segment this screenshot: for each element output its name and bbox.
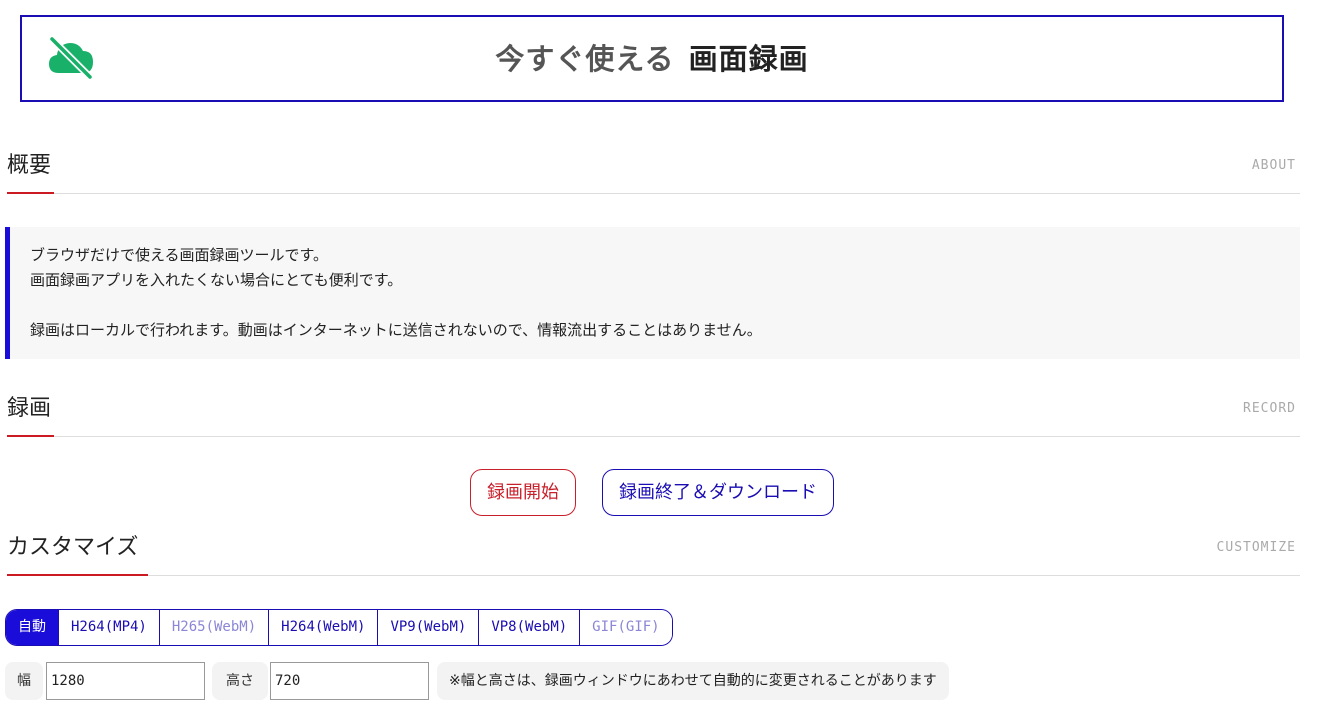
codec-option-auto[interactable]: 自動 [6,610,58,645]
section-accent-line [7,192,54,194]
codec-option-h264-mp4[interactable]: H264(MP4) [58,610,159,645]
section-heading: 概要 [7,153,52,178]
section-divider [7,575,1300,576]
codec-option-h264-webm[interactable]: H264(WebM) [268,610,378,645]
title-light: 今すぐ使える [495,42,675,76]
codec-option-gif[interactable]: GIF(GIF) [579,610,672,645]
section-customize-header: カスタマイズ CUSTOMIZE [7,533,1300,583]
section-heading-en: ABOUT [1251,158,1296,173]
section-heading-en: RECORD [1243,401,1296,416]
section-heading: 録画 [7,396,52,421]
title-strong: 画面録画 [688,42,809,76]
codec-selector: 自動 H264(MP4) H265(WebM) H264(WebM) VP9(W… [5,609,673,646]
height-label: 高さ [212,662,268,700]
codec-option-vp8-webm[interactable]: VP8(WebM) [478,610,580,645]
site-header: 今すぐ使える 画面録画 [20,15,1284,102]
width-input[interactable] [46,662,205,700]
about-line: 画面録画アプリを入れたくない場合にとても便利です。 [30,271,403,289]
width-label: 幅 [5,662,43,700]
codec-option-vp9-webm[interactable]: VP9(WebM) [377,610,479,645]
section-divider [7,436,1300,437]
codec-option-h265-webm[interactable]: H265(WebM) [158,610,269,645]
section-about-header: 概要 ABOUT [7,151,1300,201]
section-record-header: 録画 RECORD [7,394,1300,444]
about-line: 録画はローカルで行われます。動画はインターネットに送信されないので、情報流出する… [30,321,762,339]
section-accent-line [7,435,54,437]
size-note: ※幅と高さは、録画ウィンドウにあわせて自動的に変更されることがあります [437,662,949,700]
section-accent-line [7,574,148,576]
start-recording-button[interactable]: 録画開始 [470,469,576,516]
height-input[interactable] [270,662,429,700]
page-title: 今すぐ使える 画面録画 [22,39,1282,79]
section-heading: カスタマイズ [7,535,139,560]
about-line [30,293,1280,318]
section-divider [7,193,1300,194]
section-heading-en: CUSTOMIZE [1216,540,1296,555]
about-line: ブラウザだけで使える画面録画ツールです。 [30,246,329,264]
stop-download-button[interactable]: 録画終了＆ダウンロード [602,469,834,516]
about-description: ブラウザだけで使える画面録画ツールです。 画面録画アプリを入れたくない場合にとて… [5,227,1300,359]
